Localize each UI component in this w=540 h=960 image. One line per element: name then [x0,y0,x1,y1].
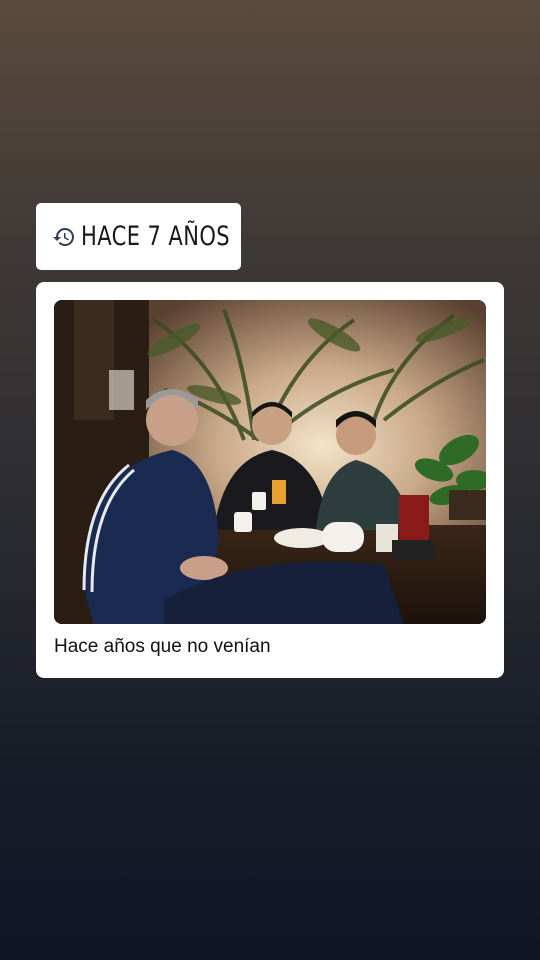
photo[interactable] [54,300,486,624]
memory-label: HACE 7 AÑOS [81,221,231,252]
history-icon [52,225,76,249]
memory-badge[interactable]: HACE 7 AÑOS [36,203,241,270]
memory-card[interactable]: Hace años que no venían [36,282,504,678]
post-caption: Hace años que no venían [54,636,271,657]
